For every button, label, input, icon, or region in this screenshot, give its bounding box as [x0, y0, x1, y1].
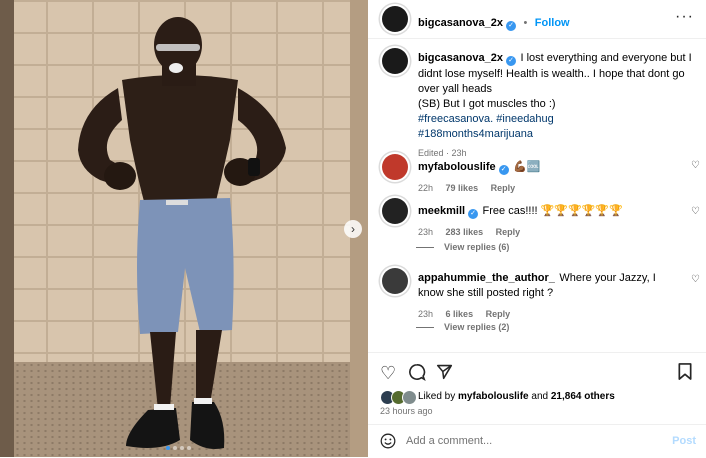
like-comment-heart-icon[interactable]: ♡ [691, 160, 700, 171]
comment-item: meekmill ✓ Free cas!!!! 🏆🏆🏆🏆🏆🏆 23h 283 li… [418, 201, 623, 237]
comment-bar: Add a comment... Post [368, 424, 706, 458]
comment-text: 💪🏾🆒 [513, 161, 541, 173]
comment-username[interactable]: myfabolouslife [418, 161, 496, 173]
comment-likes[interactable]: 6 likes [446, 309, 474, 319]
liked-by-prefix: Liked by [418, 391, 456, 402]
carousel-next-button[interactable]: › [344, 220, 362, 238]
post-time: 23 hours ago [380, 406, 433, 416]
comment-avatar[interactable] [382, 154, 408, 180]
comment-time: 22h [418, 183, 434, 193]
author-username[interactable]: bigcasanova_2x [418, 17, 503, 29]
carousel-dots [166, 446, 191, 450]
view-replies-label: View replies (6) [444, 242, 510, 252]
view-replies-button[interactable]: View replies (6) [416, 242, 509, 252]
carousel-dot [180, 446, 184, 450]
caption-text-2: (SB) But I got muscles tho :) [418, 98, 556, 110]
caption-username[interactable]: bigcasanova_2x [418, 52, 503, 64]
comment-time: 23h [418, 309, 434, 319]
share-send-icon[interactable] [436, 363, 453, 385]
carousel-dot [173, 446, 177, 450]
liked-by-line: Liked by myfabolouslife and 21,864 other… [418, 391, 615, 402]
follow-button[interactable]: Follow [535, 17, 570, 29]
comment-bubble-icon[interactable] [408, 363, 426, 386]
person-figure [78, 17, 286, 449]
liked-by-username[interactable]: myfabolouslife [458, 391, 529, 402]
add-comment-input[interactable]: Add a comment... [406, 435, 656, 447]
reply-button[interactable]: Reply [486, 309, 511, 319]
view-replies-label: View replies (2) [444, 322, 510, 332]
likes-count[interactable]: 21,864 others [551, 391, 615, 402]
like-comment-heart-icon[interactable]: ♡ [691, 274, 700, 285]
caption: bigcasanova_2x ✓ I lost everything and ev… [418, 50, 698, 160]
liker-avatar [402, 390, 417, 405]
separator-dot: • [523, 17, 528, 29]
like-heart-icon[interactable]: ♡ [380, 363, 396, 384]
verified-icon: ✓ [498, 165, 509, 175]
post-header: bigcasanova_2x ✓ • Follow ··· [368, 0, 706, 39]
liked-by-and: and [531, 391, 549, 402]
liked-by-avatars [380, 390, 417, 405]
bookmark-icon[interactable] [678, 363, 692, 385]
like-comment-heart-icon[interactable]: ♡ [691, 206, 700, 217]
more-dots-icon[interactable]: ··· [675, 8, 694, 26]
verified-icon: ✓ [506, 56, 516, 66]
chevron-right-icon: › [351, 222, 355, 236]
post-details-panel: bigcasanova_2x ✓ • Follow ··· bigcasanova… [368, 0, 706, 457]
carousel-dot [187, 446, 191, 450]
verified-icon: ✓ [468, 209, 479, 219]
reply-button[interactable]: Reply [496, 227, 521, 237]
comment-avatar[interactable] [382, 268, 408, 294]
author-avatar[interactable] [382, 6, 408, 32]
comment-item: appahummie_the_author_ Where your Jazzy,… [418, 270, 680, 321]
divider-line [416, 327, 434, 329]
comment-username[interactable]: meekmill [418, 205, 465, 217]
post-photo[interactable]: › [0, 0, 368, 457]
hashtag-line-1[interactable]: #freecasanova. #ineedahug [418, 113, 554, 125]
hashtag-line-2[interactable]: #188months4marijuana [418, 128, 533, 140]
author-line: bigcasanova_2x ✓ • Follow [418, 13, 570, 31]
post-comment-button[interactable]: Post [672, 435, 696, 447]
comment-username[interactable]: appahummie_the_author_ [418, 272, 555, 284]
comment-time: 23h [418, 227, 434, 237]
caption-avatar[interactable] [382, 48, 408, 74]
comment-likes[interactable]: 79 likes [446, 183, 479, 193]
reply-button[interactable]: Reply [491, 183, 516, 193]
comment-item: myfabolouslife ✓ 💪🏾🆒 22h 79 likes Reply [418, 157, 540, 193]
comment-text: Free cas!!!! 🏆🏆🏆🏆🏆🏆 [482, 205, 623, 217]
comment-avatar[interactable] [382, 198, 408, 224]
divider-line [416, 247, 434, 249]
carousel-dot [166, 446, 170, 450]
comment-likes[interactable]: 283 likes [446, 227, 484, 237]
view-replies-button[interactable]: View replies (2) [416, 322, 509, 332]
verified-icon: ✓ [506, 21, 516, 31]
emoji-smiley-icon[interactable] [380, 433, 396, 454]
